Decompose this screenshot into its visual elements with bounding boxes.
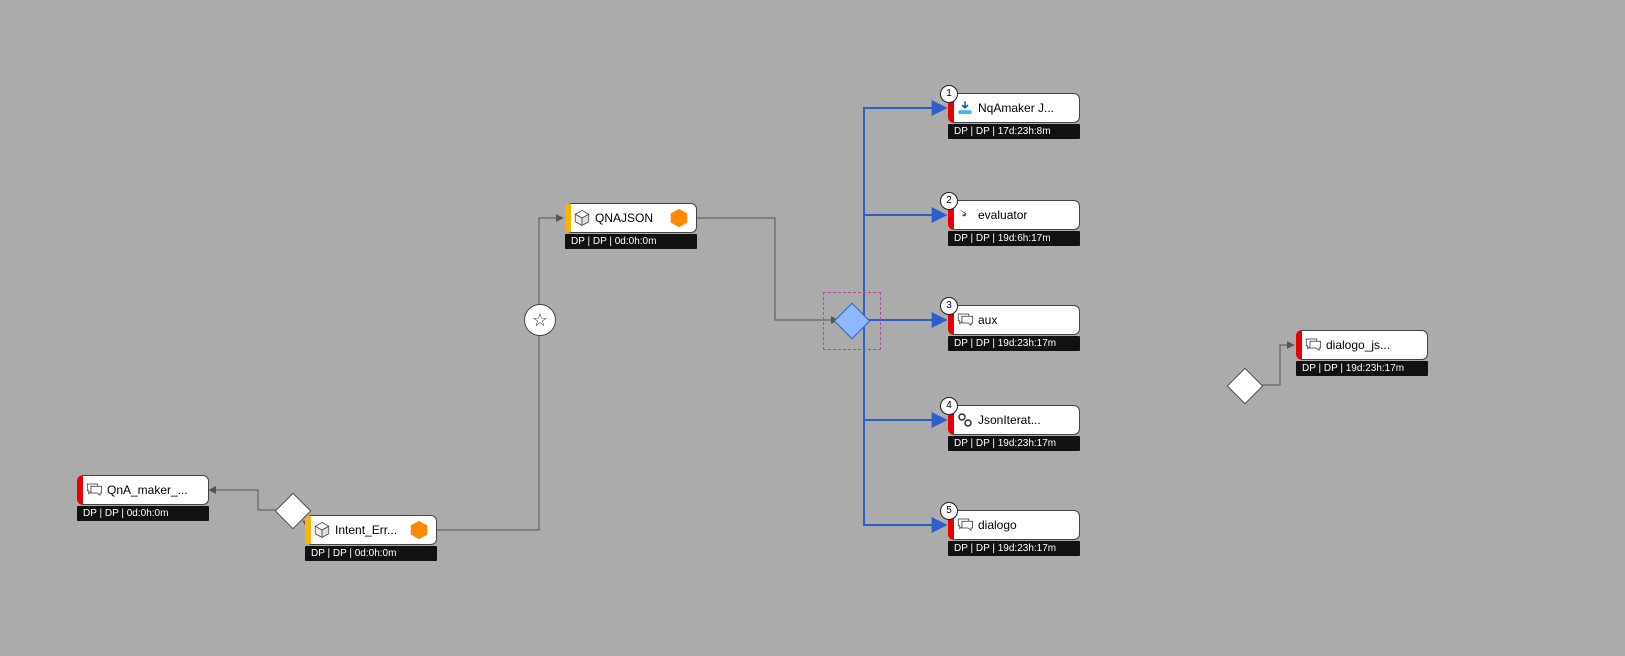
node-status: DP | DP | 17d:23h:8m bbox=[948, 124, 1080, 139]
order-badge: 2 bbox=[940, 192, 958, 210]
node-jsoniterat[interactable]: 4 JsonIterat... DP | DP | 19d:23h:17m bbox=[948, 405, 1080, 451]
node-label: dialogo bbox=[978, 518, 1073, 532]
node-label: evaluator bbox=[978, 208, 1073, 222]
order-badge: 3 bbox=[940, 297, 958, 315]
hexagon-icon bbox=[668, 207, 690, 229]
node-dialogo[interactable]: 5 dialogo DP | DP | 19d:23h:17m bbox=[948, 510, 1080, 556]
node-aux[interactable]: 3 aux DP | DP | 19d:23h:17m bbox=[948, 305, 1080, 351]
node-label: dialogo_js... bbox=[1326, 338, 1421, 352]
node-status: DP | DP | 19d:6h:17m bbox=[948, 231, 1080, 246]
node-label: Intent_Err... bbox=[335, 523, 404, 537]
connections-layer bbox=[0, 0, 1625, 656]
decision-diamond-3[interactable] bbox=[1227, 368, 1264, 405]
chat-icon bbox=[956, 516, 974, 534]
crash-icon bbox=[956, 206, 974, 224]
star-hub[interactable]: ☆ bbox=[524, 304, 556, 336]
chat-icon bbox=[85, 481, 103, 499]
node-status: DP | DP | 0d:0h:0m bbox=[565, 234, 697, 249]
hexagon-icon bbox=[408, 519, 430, 541]
node-status: DP | DP | 0d:0h:0m bbox=[77, 506, 209, 521]
node-label: QNAJSON bbox=[595, 211, 664, 225]
cube-icon bbox=[313, 521, 331, 539]
node-status: DP | DP | 19d:23h:17m bbox=[948, 436, 1080, 451]
node-qnajson[interactable]: QNAJSON DP | DP | 0d:0h:0m bbox=[565, 203, 697, 249]
order-badge: 4 bbox=[940, 397, 958, 415]
decision-diamond-2[interactable] bbox=[834, 303, 871, 340]
node-status: DP | DP | 0d:0h:0m bbox=[305, 546, 437, 561]
node-label: NqAmaker J... bbox=[978, 101, 1073, 115]
node-qna-maker[interactable]: QnA_maker_... DP | DP | 0d:0h:0m bbox=[77, 475, 209, 521]
order-badge: 1 bbox=[940, 85, 958, 103]
download-icon bbox=[956, 99, 974, 117]
node-nqamaker[interactable]: 1 NqAmaker J... DP | DP | 17d:23h:8m bbox=[948, 93, 1080, 139]
flow-canvas[interactable]: { "nodes": { "qnajson": {"label":"QNAJSO… bbox=[0, 0, 1625, 656]
gears-icon bbox=[956, 411, 974, 429]
node-label: JsonIterat... bbox=[978, 413, 1073, 427]
node-label: aux bbox=[978, 313, 1073, 327]
chat-icon bbox=[956, 311, 974, 329]
node-label: QnA_maker_... bbox=[107, 483, 202, 497]
node-intent-err[interactable]: Intent_Err... DP | DP | 0d:0h:0m bbox=[305, 515, 437, 561]
order-badge: 5 bbox=[940, 502, 958, 520]
node-dialogo-js[interactable]: dialogo_js... DP | DP | 19d:23h:17m bbox=[1296, 330, 1428, 376]
node-status: DP | DP | 19d:23h:17m bbox=[948, 541, 1080, 556]
node-status: DP | DP | 19d:23h:17m bbox=[1296, 361, 1428, 376]
chat-icon bbox=[1304, 336, 1322, 354]
cube-icon bbox=[573, 209, 591, 227]
node-status: DP | DP | 19d:23h:17m bbox=[948, 336, 1080, 351]
node-evaluator[interactable]: 2 evaluator DP | DP | 19d:6h:17m bbox=[948, 200, 1080, 246]
